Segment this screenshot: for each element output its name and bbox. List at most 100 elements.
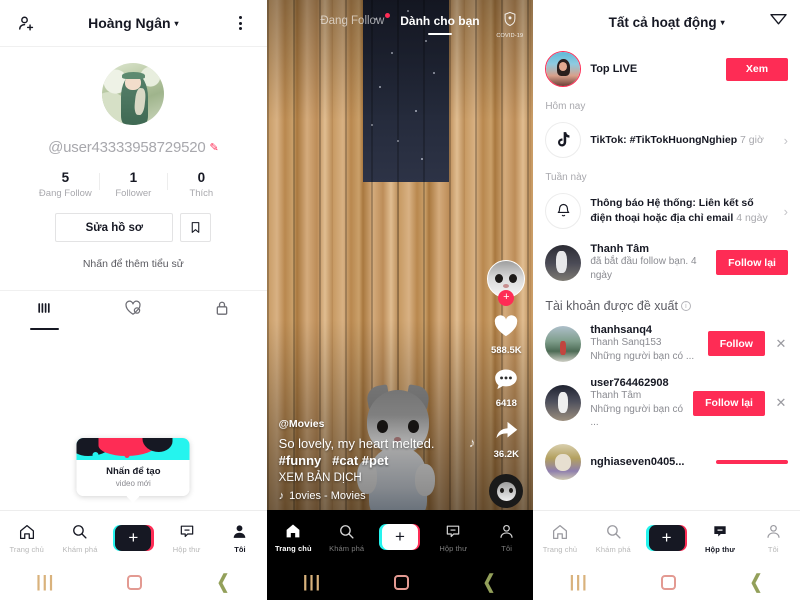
notification-row-system[interactable]: Thông báo Hệ thống: Liên kết số điện tho…: [533, 186, 800, 236]
tooltip-subtitle: video mới: [115, 479, 151, 488]
back-chevron-icon[interactable]: ❮: [216, 571, 229, 594]
create-plus-icon[interactable]: +: [112, 524, 154, 551]
see-translation-button[interactable]: XEM BẢN DỊCH: [279, 472, 469, 484]
stat-following[interactable]: 5 Đang Follow: [31, 170, 99, 199]
tab-following[interactable]: Đang Follow: [320, 13, 391, 32]
tab-label: Tôi: [234, 544, 246, 554]
tab-for-you[interactable]: Dành cho bạn: [400, 14, 480, 35]
avatar[interactable]: [545, 443, 582, 480]
create-video-tooltip[interactable]: Nhấn để tạo video mới: [76, 438, 190, 496]
avatar-hat: [121, 71, 146, 80]
notification-line: TikTok: #TikTokHuongNghiep 7 giờ: [590, 133, 774, 148]
stat-likes[interactable]: 0 Thích: [167, 170, 235, 199]
bio-prompt[interactable]: Nhấn để thêm tiểu sử: [0, 258, 267, 270]
close-icon[interactable]: ✕: [774, 395, 788, 411]
follow-button[interactable]: Follow: [707, 331, 765, 356]
add-person-icon[interactable]: [14, 11, 38, 35]
follow-back-button[interactable]: Follow lại: [716, 250, 788, 275]
hashtag-cat[interactable]: #cat: [332, 453, 358, 468]
edit-profile-button[interactable]: Sửa hồ sơ: [55, 213, 174, 242]
tab-create[interactable]: +: [641, 524, 693, 551]
activity-filter-title[interactable]: Tất cả hoạt động ▾: [609, 15, 725, 30]
tab-create[interactable]: +: [374, 524, 426, 550]
avatar[interactable]: [545, 325, 582, 362]
recents-icon[interactable]: |||: [303, 572, 322, 592]
profile-screen: Hoàng Ngân ▾ @user43333958729520 ✎ 5 Đan…: [0, 0, 267, 600]
back-chevron-icon[interactable]: ❮: [483, 571, 496, 594]
chevron-right-icon[interactable]: ›: [784, 204, 788, 219]
tab-profile[interactable]: Tôi: [747, 522, 799, 554]
music-row[interactable]: ♪ 1ovies - Movies: [279, 490, 469, 502]
home-square-icon[interactable]: [127, 574, 143, 590]
suggested-title: Tài khoản được đề xuất: [545, 299, 678, 313]
live-title: Top LIVE: [590, 63, 638, 75]
tab-home[interactable]: Trang chủ: [1, 522, 53, 554]
username-row[interactable]: @user43333958729520 ✎: [0, 139, 267, 156]
recents-icon[interactable]: |||: [569, 572, 588, 592]
follow-button-partial[interactable]: [715, 459, 788, 464]
home-square-icon[interactable]: [660, 574, 676, 590]
tab-inbox[interactable]: Hộp thư: [161, 522, 213, 554]
tab-inbox[interactable]: Hộp thư: [694, 522, 746, 554]
edit-pencil-icon[interactable]: ✎: [210, 141, 219, 154]
stat-label: Thích: [189, 188, 214, 199]
bookmark-icon[interactable]: [180, 213, 212, 242]
covid-info-button[interactable]: COVID-19: [496, 11, 523, 39]
tab-home[interactable]: Trang chủ: [534, 522, 586, 554]
tab-inbox[interactable]: Hộp thư: [427, 521, 479, 553]
info-icon[interactable]: i: [680, 301, 691, 311]
notification-time: 7 giờ: [740, 133, 764, 146]
suggested-row[interactable]: user764462908 Thanh Tâm Những người bạn …: [533, 370, 800, 437]
home-square-icon[interactable]: [393, 574, 409, 590]
tab-home[interactable]: Trang chủ: [267, 521, 319, 553]
tab-discover[interactable]: Khám phá: [321, 521, 373, 553]
avatar[interactable]: [545, 244, 582, 281]
follow-back-button[interactable]: Follow lại: [693, 390, 765, 416]
share-icon: [493, 420, 519, 447]
notification-row-tiktok[interactable]: TikTok: #TikTokHuongNghiep 7 giờ ›: [533, 115, 800, 165]
suggested-text: user764462908 Thanh Tâm Những người bạn …: [590, 377, 684, 430]
create-plus-icon[interactable]: +: [646, 524, 688, 551]
follower-row[interactable]: Thanh Tâm đã bắt đầu follow bạn. 4 ngày …: [533, 236, 800, 289]
like-action[interactable]: 588.5K: [491, 314, 522, 356]
stat-followers[interactable]: 1 Follower: [99, 170, 167, 199]
covid-label: COVID-19: [496, 33, 524, 39]
tab-profile[interactable]: Tôi: [481, 521, 533, 553]
tab-underline: [29, 328, 59, 330]
view-live-button[interactable]: Xem: [725, 57, 788, 81]
page-title[interactable]: Hoàng Ngân ▾: [88, 15, 178, 31]
comment-action[interactable]: 6418: [493, 367, 519, 409]
author-avatar[interactable]: +: [487, 260, 526, 306]
tab-create[interactable]: +: [107, 524, 159, 551]
tab-label: Hộp thư: [705, 544, 735, 554]
close-icon[interactable]: ✕: [774, 336, 788, 352]
more-options-icon[interactable]: [229, 11, 253, 35]
hashtag-funny[interactable]: #funny: [279, 453, 322, 468]
suggested-row-partial[interactable]: nghiaseven0405...: [533, 437, 800, 487]
back-chevron-icon[interactable]: ❮: [749, 571, 762, 594]
video-action-rail: + 588.5K 6418 36.2K: [487, 260, 526, 508]
music-disc[interactable]: [489, 474, 524, 508]
tab-liked[interactable]: [89, 291, 178, 330]
tab-label: Hộp thư: [439, 544, 468, 553]
chevron-right-icon[interactable]: ›: [784, 133, 788, 148]
profile-header: Hoàng Ngân ▾: [0, 0, 267, 47]
create-plus-icon[interactable]: +: [379, 524, 421, 550]
video-author[interactable]: @Movies: [279, 418, 469, 430]
suggested-row[interactable]: thanhsanq4 Thanh Sanq153 Những người bạn…: [533, 317, 800, 370]
follow-plus-button[interactable]: +: [498, 290, 515, 306]
tab-videos[interactable]: [0, 291, 89, 330]
tab-discover[interactable]: Khám phá: [54, 522, 106, 554]
share-action[interactable]: 36.2K: [493, 420, 519, 460]
filter-icon[interactable]: [769, 12, 788, 35]
tab-private[interactable]: [178, 291, 267, 330]
live-avatar[interactable]: [545, 51, 582, 87]
tab-discover[interactable]: Khám phá: [587, 522, 639, 554]
profile-icon: [496, 521, 518, 541]
recents-icon[interactable]: |||: [36, 572, 55, 592]
hashtag-pet[interactable]: #pet: [362, 453, 389, 468]
top-live-row[interactable]: Top LIVE Xem: [533, 44, 800, 94]
avatar[interactable]: [545, 385, 582, 422]
avatar[interactable]: [102, 63, 165, 125]
tab-profile[interactable]: Tôi: [214, 522, 266, 554]
